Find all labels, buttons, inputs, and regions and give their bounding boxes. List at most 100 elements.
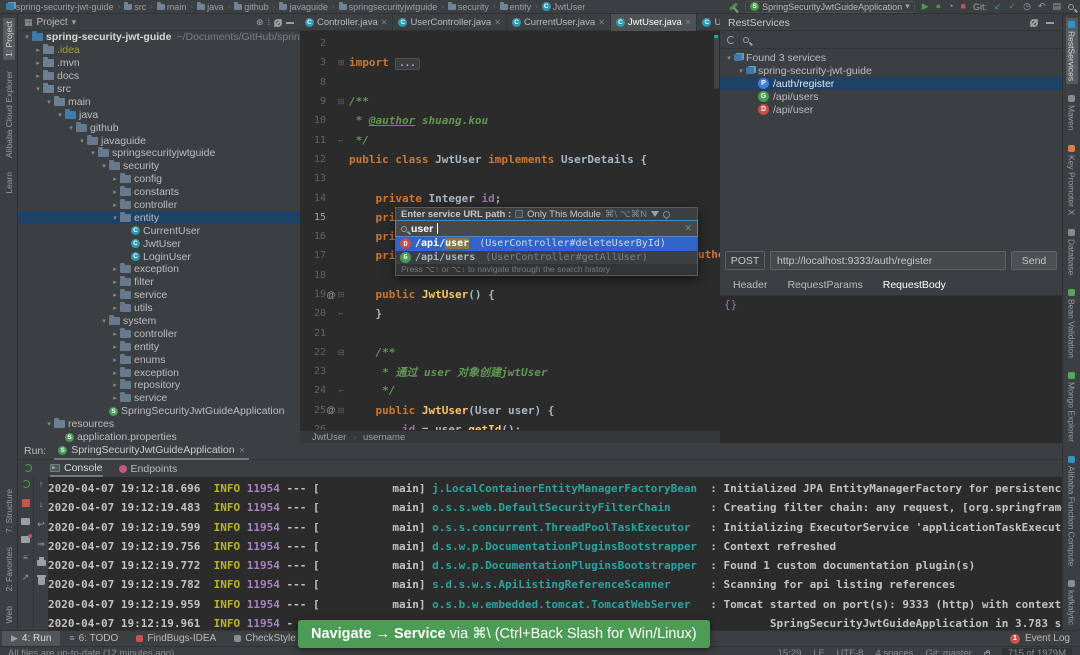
status-widget-4-spaces[interactable]: 4 spaces bbox=[875, 648, 913, 655]
clear-icon[interactable]: ✕ bbox=[684, 223, 692, 234]
tool-window-button-restservices[interactable]: RestServices bbox=[1065, 18, 1078, 85]
build-icon[interactable] bbox=[729, 2, 739, 11]
code-line[interactable]: 23 * 通过 user 对象创建jwtUser bbox=[300, 362, 720, 381]
code-line[interactable]: 10 * @author shuang.kou bbox=[300, 111, 720, 130]
tree-item-enums[interactable]: ▸ enums bbox=[18, 353, 300, 366]
history-icon[interactable]: ◷ bbox=[1023, 2, 1031, 11]
tree-item-security[interactable]: ▾ security bbox=[18, 160, 300, 173]
close-icon[interactable]: ✕ bbox=[685, 18, 692, 27]
breadcrumb-item[interactable]: main bbox=[156, 1, 186, 12]
editor-tab-UserDet[interactable]: CUserDet bbox=[697, 14, 720, 31]
tool-window-button-7-structure[interactable]: 7: Structure bbox=[3, 486, 15, 536]
soft-wrap-icon[interactable]: ↩ bbox=[37, 520, 45, 529]
code-line[interactable]: 14 private Integer id; bbox=[300, 188, 720, 207]
tree-arrow-icon[interactable]: ▾ bbox=[22, 33, 32, 41]
tree-item-system[interactable]: ▾ system bbox=[18, 315, 300, 328]
debug-icon[interactable]: ● bbox=[936, 2, 941, 11]
tab-endpoints[interactable]: Endpoints bbox=[118, 460, 177, 477]
tree-arrow-icon[interactable]: ▸ bbox=[110, 381, 120, 389]
http-method-button[interactable]: POST bbox=[725, 251, 765, 270]
tree-arrow-icon[interactable]: ▾ bbox=[55, 111, 65, 119]
rest-tree-project[interactable]: ▾ spring-security-jwt-guide bbox=[720, 64, 1062, 77]
code-line[interactable]: 19 @ ⊟ public JwtUser() { bbox=[300, 285, 720, 304]
tree-item-docs[interactable]: ▸ docs bbox=[18, 70, 300, 83]
scroll-down-icon[interactable]: ↓ bbox=[39, 500, 44, 509]
tree-item-github[interactable]: ▾ github bbox=[18, 121, 300, 134]
tree-arrow-icon[interactable]: ▸ bbox=[110, 356, 120, 364]
code-line[interactable]: 11 ⌐ */ bbox=[300, 130, 720, 149]
status-widget-715-of-1979m[interactable]: 715 of 1979M bbox=[1001, 648, 1072, 655]
service--api-user[interactable]: D/api/user bbox=[720, 103, 1062, 116]
tree-item-filter[interactable]: ▸ filter bbox=[18, 276, 300, 289]
tool-window-button-mongo-explorer[interactable]: Mongo Explorer bbox=[1066, 369, 1078, 445]
tool-window-button-database[interactable]: Database bbox=[1066, 226, 1078, 278]
tree-arrow-icon[interactable]: ▸ bbox=[110, 291, 120, 299]
event-log-widget[interactable]: 1 Event Log bbox=[1009, 633, 1080, 644]
breadcrumb-item[interactable]: C JwtUser bbox=[541, 2, 585, 12]
settings-icon[interactable]: ≡ bbox=[23, 554, 28, 562]
tree-arrow-icon[interactable]: ▸ bbox=[110, 369, 120, 377]
tool-window-button-key-promoter-x[interactable]: Key Promoter X bbox=[1066, 142, 1078, 218]
code-line[interactable]: 21 bbox=[300, 323, 720, 342]
tree-item--idea[interactable]: ▸ .idea bbox=[18, 44, 300, 57]
tree-arrow-icon[interactable]: ▸ bbox=[110, 265, 120, 273]
breadcrumb-item[interactable]: javaguide bbox=[279, 1, 328, 12]
hide-panel-icon[interactable] bbox=[286, 21, 294, 24]
fold-icon[interactable]: ⊟ bbox=[336, 290, 346, 299]
tree-item-service[interactable]: ▸ service bbox=[18, 392, 300, 405]
rerun-icon[interactable] bbox=[21, 480, 30, 488]
stop-icon[interactable]: ■ bbox=[961, 2, 966, 11]
tree-arrow-icon[interactable]: ▸ bbox=[110, 304, 120, 312]
tree-item-controller[interactable]: ▸ controller bbox=[18, 327, 300, 340]
rest-tree-found[interactable]: ▾ Found 3 services bbox=[720, 51, 1062, 64]
tree-item-exception[interactable]: ▸ exception bbox=[18, 366, 300, 379]
tree-arrow-icon[interactable]: ▸ bbox=[33, 72, 43, 80]
gear-icon[interactable] bbox=[274, 18, 282, 27]
close-icon[interactable]: ✕ bbox=[381, 18, 388, 27]
fold-icon[interactable]: ⌐ bbox=[336, 386, 346, 395]
hide-panel-icon[interactable] bbox=[1046, 21, 1054, 24]
tree-arrow-icon[interactable]: ▾ bbox=[77, 137, 87, 145]
tree-item-exception[interactable]: ▸ exception bbox=[18, 263, 300, 276]
editor-tab-CurrentUser-java[interactable]: C CurrentUser.java ✕ bbox=[507, 14, 611, 31]
tree-arrow-icon[interactable]: ▾ bbox=[110, 214, 120, 222]
breadcrumb-member[interactable]: username bbox=[363, 432, 405, 443]
tree-item-resources[interactable]: ▾ resources bbox=[18, 418, 300, 431]
tree-item-java[interactable]: ▾ java bbox=[18, 108, 300, 121]
print-icon[interactable] bbox=[36, 557, 46, 566]
code-line[interactable]: 20 ⌐ } bbox=[300, 304, 720, 323]
tree-item-entity[interactable]: ▸ entity bbox=[18, 340, 300, 353]
tree-item-JwtUser[interactable]: C JwtUser bbox=[18, 237, 300, 250]
clear-console-icon[interactable] bbox=[36, 575, 46, 585]
scroll-to-end-icon[interactable]: ⇒ bbox=[37, 540, 45, 549]
code-line[interactable]: 8 bbox=[300, 73, 720, 92]
tree-arrow-icon[interactable]: ▸ bbox=[33, 59, 43, 67]
breadcrumb-item[interactable]: springsecurityjwtguide bbox=[338, 1, 437, 12]
stop-icon[interactable] bbox=[21, 499, 30, 507]
refresh-icon[interactable] bbox=[727, 35, 735, 44]
search-icon[interactable] bbox=[743, 36, 749, 43]
tree-arrow-icon[interactable]: ▸ bbox=[110, 201, 120, 209]
tree-arrow-icon[interactable]: ▸ bbox=[110, 330, 120, 338]
search-result-apiuser[interactable]: D/api/user (UserController#deleteUserByI… bbox=[396, 237, 697, 251]
request-body-editor[interactable]: {} bbox=[720, 295, 1062, 443]
git-update-icon[interactable]: ↙ bbox=[994, 2, 1002, 11]
tool-window-button-kafkalytic[interactable]: kafkalytic bbox=[1066, 577, 1078, 628]
fold-icon[interactable]: ⊟ bbox=[336, 406, 346, 415]
tab-request-params[interactable]: RequestParams bbox=[787, 276, 862, 297]
code-line[interactable]: 22 ⊟ /** bbox=[300, 343, 720, 362]
tree-arrow-icon[interactable]: ▾ bbox=[736, 67, 746, 75]
tree-item-repository[interactable]: ▸ repository bbox=[18, 379, 300, 392]
editor-tab-Controller-java[interactable]: C Controller.java ✕ bbox=[300, 14, 394, 31]
tree-arrow-icon[interactable]: ▸ bbox=[110, 175, 120, 183]
tree-arrow-icon[interactable]: ▾ bbox=[99, 317, 109, 325]
code-line[interactable]: 13 bbox=[300, 169, 720, 188]
service-url-search-input[interactable]: user ✕ bbox=[395, 220, 698, 237]
breadcrumb-item[interactable]: entity bbox=[499, 1, 531, 12]
tree-arrow-icon[interactable]: ▾ bbox=[66, 124, 76, 132]
chevron-down-icon[interactable]: ▾ bbox=[72, 18, 77, 27]
profiler-icon[interactable]: ◔ bbox=[948, 2, 953, 11]
status-widget-lf[interactable]: LF bbox=[813, 648, 824, 655]
tree-arrow-icon[interactable]: ▸ bbox=[110, 343, 120, 351]
tree-arrow-icon[interactable]: ▸ bbox=[110, 394, 120, 402]
